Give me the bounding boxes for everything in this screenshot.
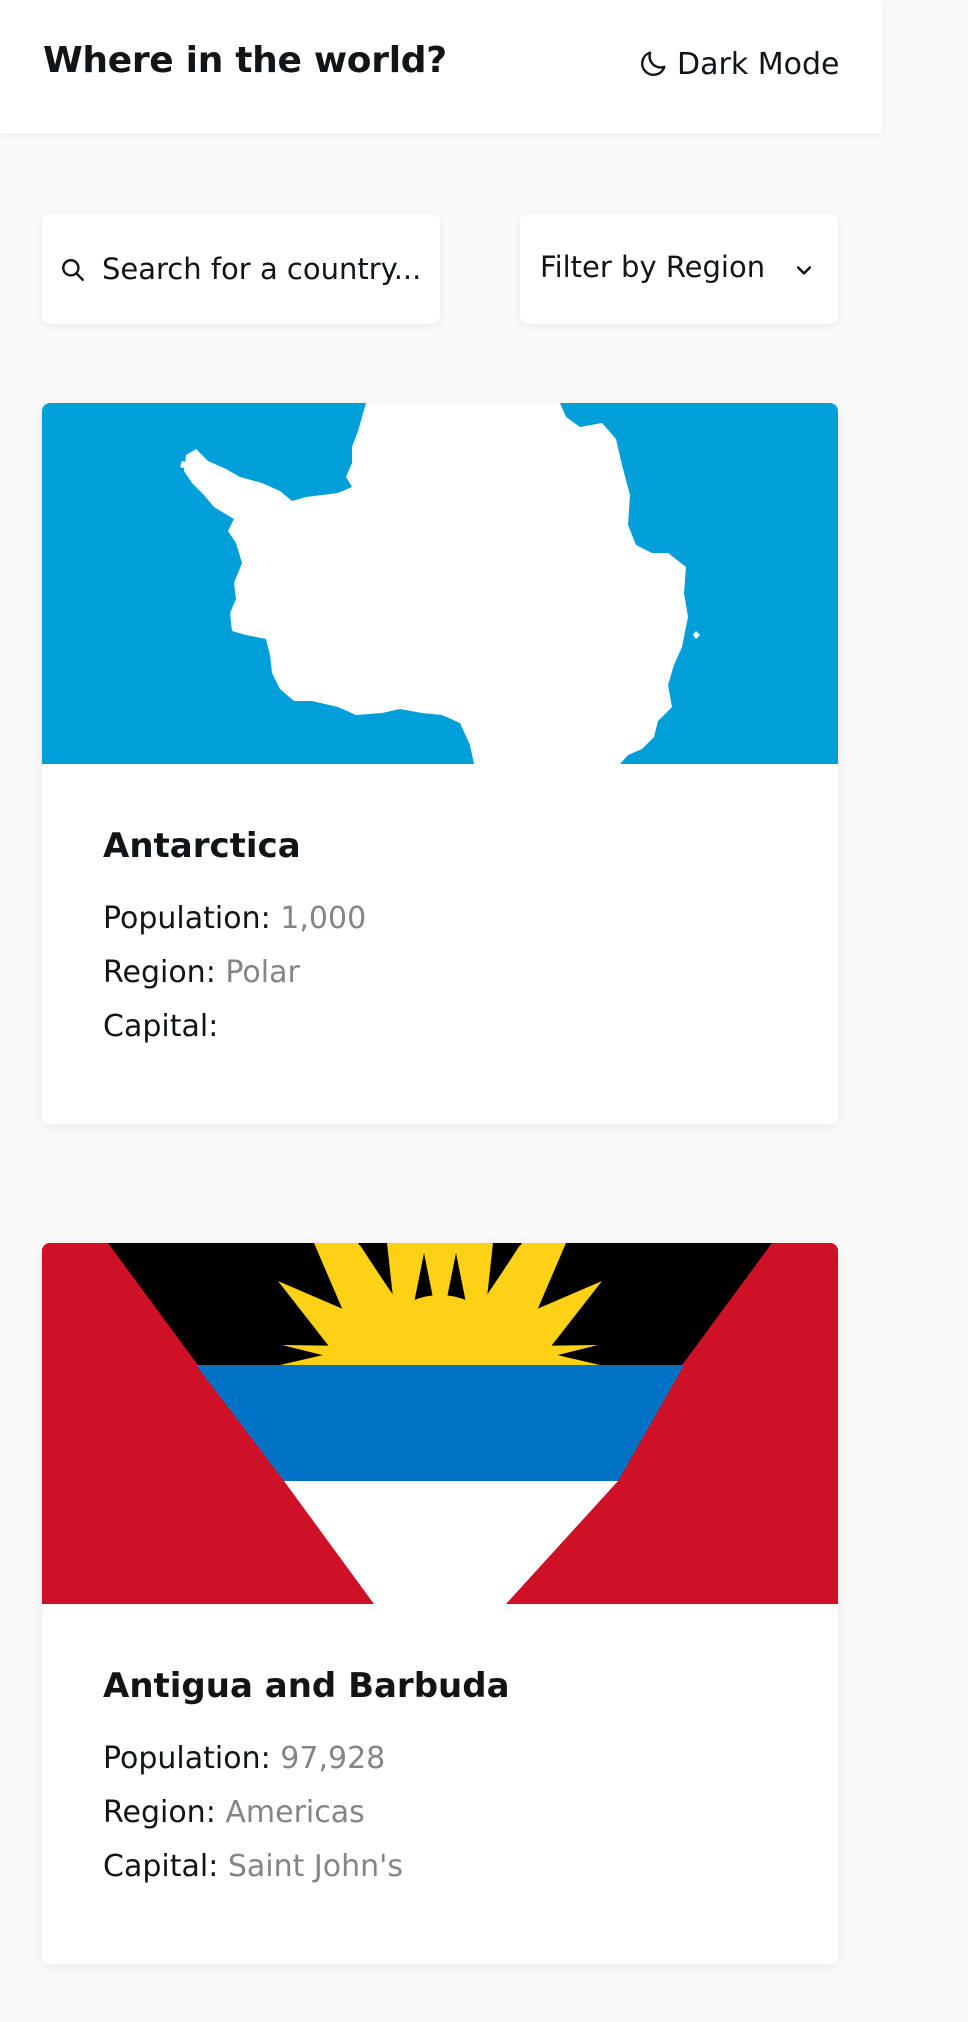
search-input[interactable] bbox=[102, 244, 422, 294]
region-filter-label: Filter by Region bbox=[540, 250, 766, 284]
moon-icon bbox=[641, 51, 666, 76]
capital-row: Capital: Saint John's bbox=[103, 1840, 818, 1894]
region-row: Region: Americas bbox=[103, 1786, 818, 1840]
chevron-down-icon bbox=[796, 266, 812, 275]
country-card-antarctica[interactable]: Antarctica Population: 1,000 Region: Pol… bbox=[42, 403, 838, 1124]
search-box[interactable] bbox=[42, 214, 440, 324]
country-card-details: Antigua and Barbuda Population: 97,928 R… bbox=[103, 1666, 818, 1894]
population-value: 97,928 bbox=[280, 1741, 386, 1776]
population-label: Population: bbox=[103, 1741, 271, 1776]
region-value: Americas bbox=[225, 1795, 365, 1830]
app-title: Where in the world? bbox=[43, 40, 447, 81]
capital-value: Saint John's bbox=[227, 1849, 404, 1884]
dark-mode-label: Dark Mode bbox=[677, 46, 840, 82]
capital-label: Capital: bbox=[103, 1009, 219, 1044]
region-value: Polar bbox=[225, 955, 300, 990]
population-value: 1,000 bbox=[280, 901, 367, 936]
population-row: Population: 1,000 bbox=[103, 892, 818, 946]
capital-label: Capital: bbox=[103, 1849, 219, 1884]
region-filter-dropdown[interactable]: Filter by Region bbox=[520, 214, 838, 324]
app-header: Where in the world? Dark Mode bbox=[0, 0, 882, 133]
population-label: Population: bbox=[103, 901, 271, 936]
region-row: Region: Polar bbox=[103, 946, 818, 1000]
antarctica-flag-image bbox=[42, 403, 838, 764]
search-icon bbox=[62, 259, 84, 281]
country-card-antigua-and-barbuda[interactable]: Antigua and Barbuda Population: 97,928 R… bbox=[42, 1243, 838, 1964]
region-label: Region: bbox=[103, 1795, 216, 1830]
country-name: Antarctica bbox=[103, 826, 301, 866]
capital-row: Capital: bbox=[103, 1000, 818, 1054]
country-card-details: Antarctica Population: 1,000 Region: Pol… bbox=[103, 826, 818, 1054]
country-name: Antigua and Barbuda bbox=[103, 1666, 510, 1706]
population-row: Population: 97,928 bbox=[103, 1732, 818, 1786]
antigua-and-barbuda-flag-image bbox=[42, 1243, 838, 1604]
dark-mode-toggle[interactable]: Dark Mode bbox=[637, 44, 839, 84]
region-label: Region: bbox=[103, 955, 216, 990]
